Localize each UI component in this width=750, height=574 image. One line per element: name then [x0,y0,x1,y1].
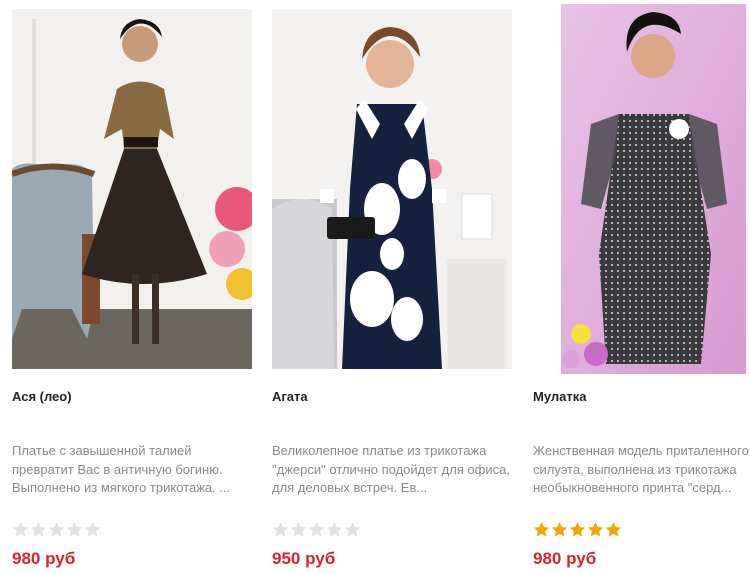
star-icon[interactable] [533,521,550,538]
star-icon[interactable] [290,521,307,538]
star-icon[interactable] [605,521,622,538]
product-image[interactable] [272,9,512,369]
product-image[interactable] [12,9,252,369]
star-icon[interactable] [344,521,361,538]
product-description: Женственная модель приталенного силуэта,… [533,443,749,495]
star-icon[interactable] [587,521,604,538]
product-rating [533,521,622,538]
product-card: Мулатка Женственная модель приталенного … [533,0,749,574]
product-title[interactable]: Агата [272,389,308,404]
product-title[interactable]: Ася (лео) [12,389,72,404]
star-icon[interactable] [84,521,101,538]
star-icon[interactable] [66,521,83,538]
product-image[interactable] [561,4,746,374]
star-icon[interactable] [12,521,29,538]
product-card: Ася (лео) Платье с завышенной талией пре… [12,0,252,574]
star-icon[interactable] [569,521,586,538]
star-icon[interactable] [551,521,568,538]
product-rating [12,521,101,538]
star-icon[interactable] [272,521,289,538]
product-description: Платье с завышенной талией превратит Вас… [12,443,231,495]
star-icon[interactable] [308,521,325,538]
product-price: 980 руб [12,549,76,568]
product-price: 980 руб [533,549,597,568]
star-icon[interactable] [48,521,65,538]
star-icon[interactable] [30,521,47,538]
product-rating [272,521,361,538]
product-card: Агата Великолепное платье из трикотажа "… [272,0,512,574]
product-title[interactable]: Мулатка [533,389,586,404]
product-price: 950 руб [272,549,336,568]
star-icon[interactable] [326,521,343,538]
product-description: Великолепное платье из трикотажа "джерси… [272,443,510,495]
